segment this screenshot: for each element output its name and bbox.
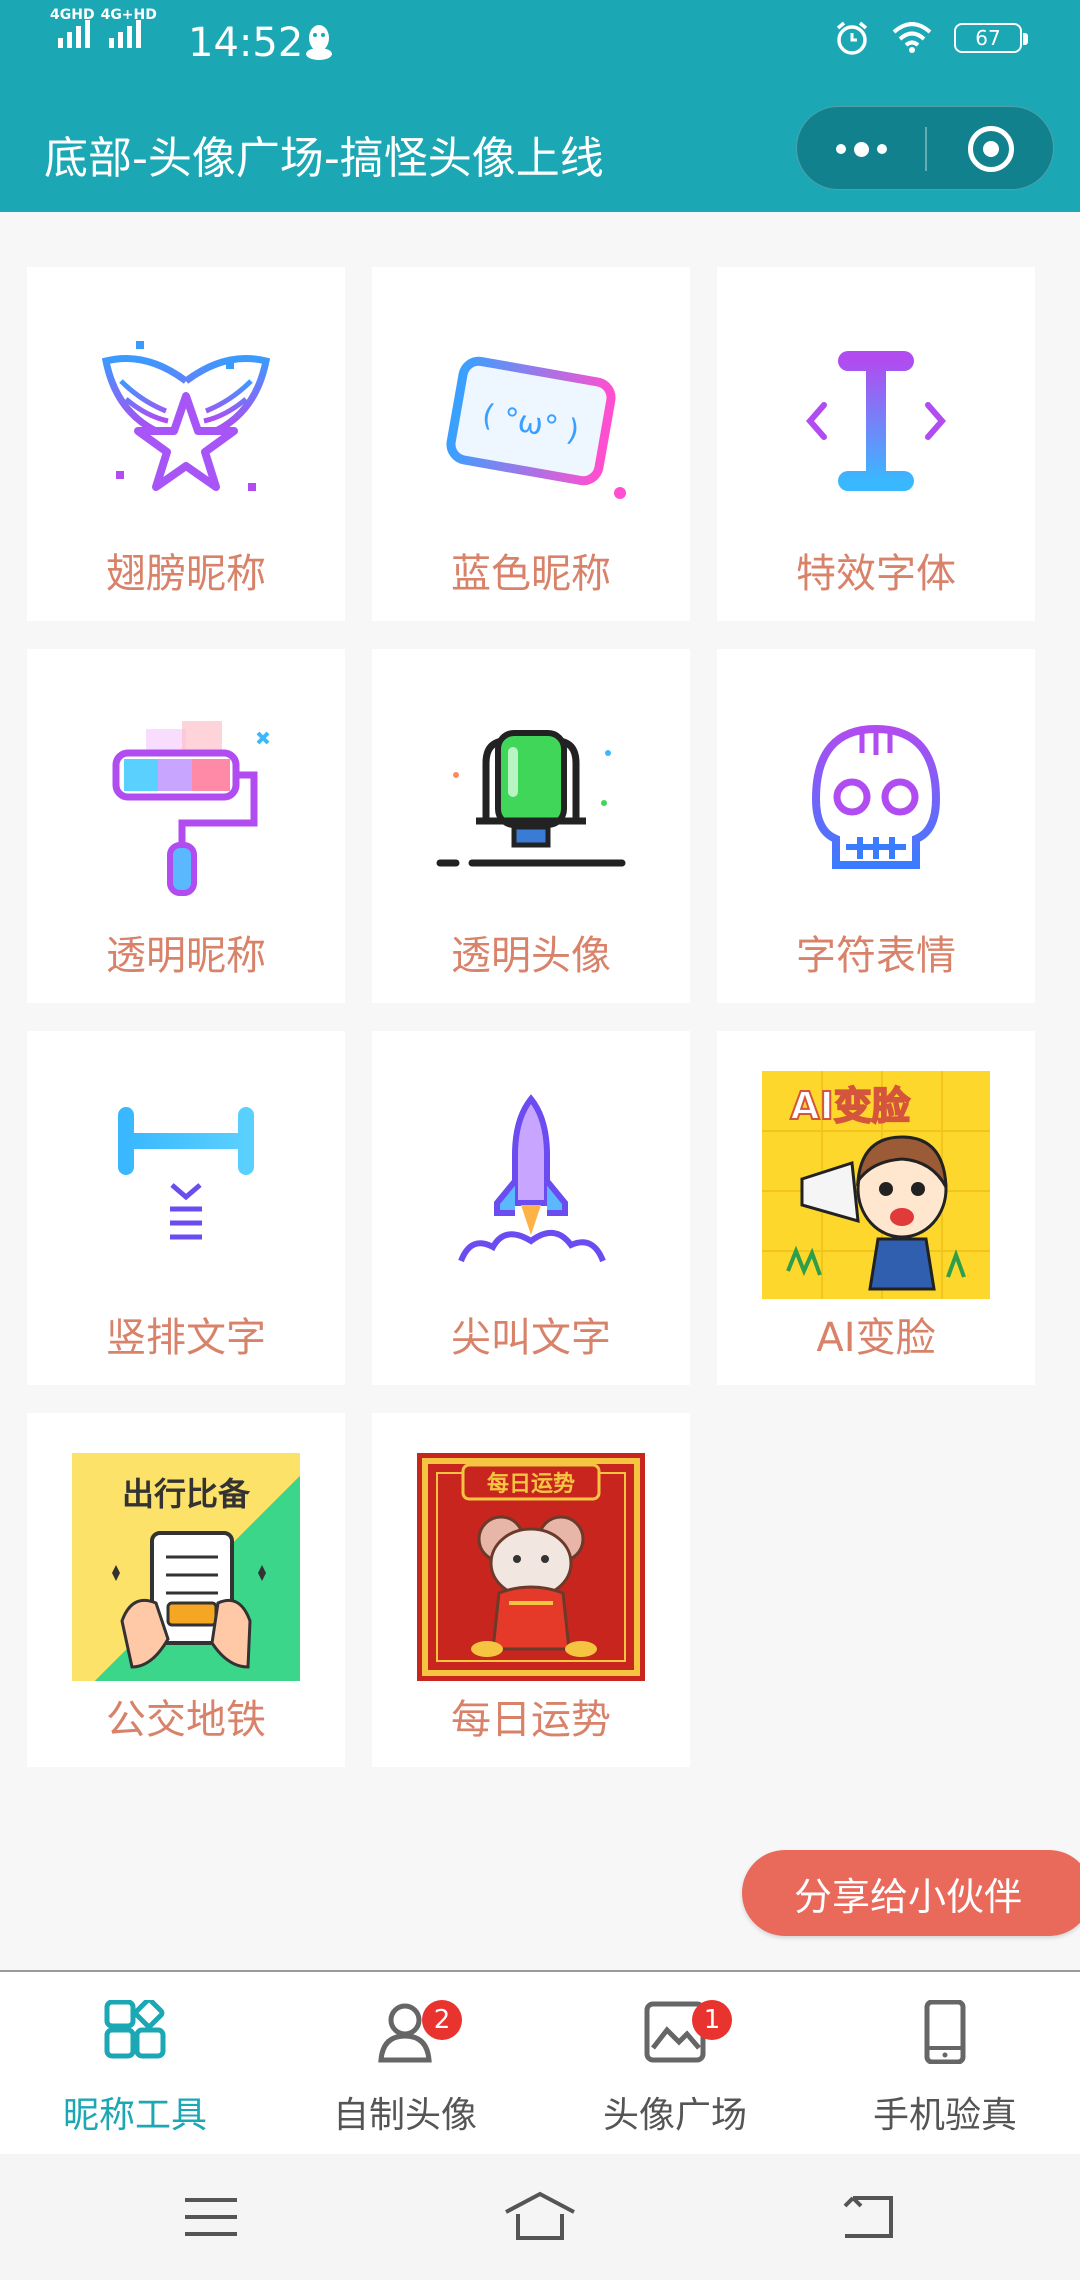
phone-icon (924, 2000, 966, 2064)
tool-label: 蓝色昵称 (451, 551, 611, 597)
tab-custom-avatar[interactable]: 2 自制头像 (270, 1972, 540, 2156)
tool-label: 透明头像 (451, 933, 611, 979)
vertical-text-icon (72, 1071, 300, 1299)
tab-nickname-tools[interactable]: 昵称工具 (0, 1972, 270, 2156)
tool-label: 每日运势 (451, 1697, 611, 1743)
more-dots-icon[interactable] (797, 107, 925, 191)
tool-label: 字符表情 (796, 933, 956, 979)
tool-label: 特效字体 (796, 551, 956, 597)
tool-card-scream-text[interactable]: 尖叫文字 (372, 1031, 690, 1385)
menu-icon[interactable] (171, 2184, 251, 2250)
tab-avatar-square[interactable]: 1 头像广场 (540, 1972, 810, 2156)
battery-indicator: 67 (954, 23, 1028, 53)
share-button[interactable]: 分享给小伙伴 (742, 1850, 1080, 1936)
clock: 14:52 (188, 20, 304, 66)
tool-label: AI变脸 (816, 1315, 936, 1361)
tool-card-wing-nickname[interactable]: 翅膀昵称 (27, 267, 345, 621)
notification-badge: 2 (422, 2000, 462, 2040)
tool-label: 尖叫文字 (451, 1315, 611, 1361)
paint-roller-icon (72, 689, 300, 917)
tool-label: 竖排文字 (106, 1315, 266, 1361)
text-cursor-icon (762, 307, 990, 535)
system-nav-bar (0, 2154, 1080, 2280)
qq-penguin-icon (306, 25, 332, 60)
tool-card-transparent-avatar[interactable]: 透明头像 (372, 649, 690, 1003)
tool-card-vertical-text[interactable]: 竖排文字 (27, 1031, 345, 1385)
network-indicators: 4GHD 4G+HD (50, 8, 157, 48)
green-stamp-icon (417, 689, 645, 917)
alarm-icon (836, 21, 868, 55)
fortune-thumbnail: 每日运势 (417, 1453, 645, 1681)
tab-label: 昵称工具 (62, 2095, 207, 2136)
tool-card-daily-fortune[interactable]: 每日运势 每日运势 (372, 1413, 690, 1767)
bottom-tab-bar: 昵称工具 2 自制头像 1 头像广场 手机验真 (0, 1970, 1080, 2154)
status-right: 67 (834, 20, 1028, 56)
tool-card-transparent-nickname[interactable]: 透明昵称 (27, 649, 345, 1003)
top-bar: 4GHD 4G+HD 14:52 67 底部-头像广场-搞怪头像上线 (0, 0, 1080, 212)
page-title: 底部-头像广场-搞怪头像上线 (44, 133, 604, 184)
mini-program-capsule (796, 106, 1054, 190)
tool-card-effect-font[interactable]: 特效字体 (717, 267, 1035, 621)
rocket-icon (417, 1071, 645, 1299)
fortune-image-text: 每日运势 (487, 1471, 575, 1497)
tool-card-transit[interactable]: 出行比备 公交地铁 (27, 1413, 345, 1767)
ai-face-image-text: AI变脸 (790, 1084, 911, 1128)
tab-label: 手机验真 (872, 2095, 1017, 2136)
network-2: 4G+HD (101, 8, 157, 48)
kaomoji-tag-icon: ( °ω° ) (417, 307, 645, 535)
network-1-label: 4GHD (50, 7, 95, 23)
notification-badge: 1 (692, 2000, 732, 2040)
tool-card-blue-nickname[interactable]: ( °ω° ) 蓝色昵称 (372, 267, 690, 621)
home-icon[interactable] (500, 2184, 580, 2250)
transit-image-text: 出行比备 (122, 1475, 251, 1513)
tool-card-ai-face[interactable]: AI变脸 AI变脸 (717, 1031, 1035, 1385)
target-close-icon[interactable] (927, 107, 1055, 191)
transit-thumbnail: 出行比备 (72, 1453, 300, 1681)
skull-icon (762, 689, 990, 917)
wifi-icon (892, 22, 932, 53)
back-icon[interactable] (829, 2184, 909, 2250)
title-bar: 底部-头像广场-搞怪头像上线 (0, 100, 1080, 200)
tab-phone-verify[interactable]: 手机验真 (810, 1972, 1080, 2156)
tab-label: 头像广场 (602, 2095, 747, 2136)
ai-face-thumbnail: AI变脸 (762, 1071, 990, 1299)
grid-apps-icon (104, 2000, 166, 2059)
winged-star-icon (72, 307, 300, 535)
tab-label: 自制头像 (332, 2095, 477, 2136)
network-1: 4GHD (50, 8, 95, 48)
tool-label: 透明昵称 (106, 933, 266, 979)
tool-card-char-emoji[interactable]: 字符表情 (717, 649, 1035, 1003)
network-2-label: 4G+HD (100, 7, 157, 23)
status-bar: 4GHD 4G+HD 14:52 67 (0, 0, 1080, 88)
tool-label: 翅膀昵称 (106, 551, 266, 597)
tool-label: 公交地铁 (106, 1697, 266, 1743)
